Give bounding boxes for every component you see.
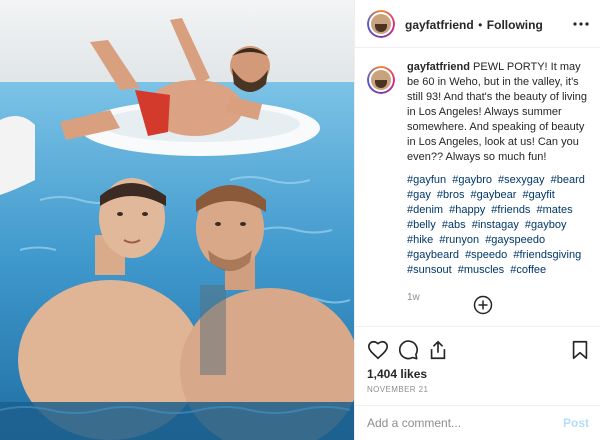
hashtag[interactable]: #gaybeard — [407, 249, 459, 261]
hashtag[interactable]: #hike — [407, 234, 433, 246]
hashtag[interactable]: #sunsout — [407, 264, 452, 276]
post-side-panel: gayfatfriend • Following gayfatfriend PE… — [354, 0, 600, 440]
add-circle-icon[interactable] — [473, 295, 493, 315]
post-header: gayfatfriend • Following — [355, 0, 600, 48]
caption-username[interactable]: gayfatfriend — [407, 61, 470, 73]
caption: gayfatfriend PEWL PORTY! It may be 60 in… — [407, 60, 593, 305]
hashtag[interactable]: #happy — [449, 204, 485, 216]
hashtag[interactable]: #beard — [551, 174, 585, 186]
hashtag[interactable]: #gayboy — [525, 219, 567, 231]
comment-icon[interactable] — [397, 339, 419, 361]
header-username[interactable]: gayfatfriend — [405, 18, 474, 32]
avatar[interactable] — [367, 10, 395, 38]
hashtag[interactable]: #instagay — [472, 219, 519, 231]
hashtag[interactable]: #runyon — [439, 234, 479, 246]
hashtag-list: #gayfun #gaybro #sexygay #beard #gay #br… — [407, 173, 593, 278]
post-comment-button[interactable]: Post — [563, 416, 589, 430]
bookmark-icon[interactable] — [569, 339, 591, 361]
hashtag[interactable]: #coffee — [510, 264, 546, 276]
share-icon[interactable] — [427, 339, 449, 361]
heart-icon[interactable] — [367, 339, 389, 361]
hashtag[interactable]: #gaybro — [452, 174, 492, 186]
separator-dot: • — [478, 18, 483, 32]
hashtag[interactable]: #gayfun — [407, 174, 446, 186]
hashtag[interactable]: #gayspeedo — [485, 234, 545, 246]
more-options-icon[interactable] — [573, 16, 589, 32]
hashtag[interactable]: #sexygay — [498, 174, 544, 186]
caption-text: PEWL PORTY! It may be 60 in Weho, but in… — [407, 61, 588, 163]
hashtag[interactable]: #bros — [437, 189, 465, 201]
likes-count[interactable]: 1,404 likes — [367, 367, 427, 381]
time-ago[interactable]: 1w — [407, 290, 593, 305]
hashtag[interactable]: #denim — [407, 204, 443, 216]
hashtag[interactable]: #friends — [491, 204, 530, 216]
hashtag[interactable]: #mates — [537, 204, 573, 216]
comment-bar: Post — [355, 405, 600, 440]
hashtag[interactable]: #gaybear — [471, 189, 517, 201]
post-date: NOVEMBER 21 — [367, 385, 429, 394]
hashtag[interactable]: #speedo — [465, 249, 507, 261]
hashtag[interactable]: #gayfit — [522, 189, 554, 201]
header-user-line: gayfatfriend • Following — [405, 16, 543, 34]
caption-area: gayfatfriend PEWL PORTY! It may be 60 in… — [355, 48, 600, 326]
comment-input[interactable] — [367, 414, 547, 432]
caption-avatar[interactable] — [367, 66, 395, 94]
post-photo[interactable] — [0, 0, 354, 440]
pool-party-image — [0, 0, 354, 440]
following-button[interactable]: Following — [487, 18, 543, 32]
hashtag[interactable]: #abs — [442, 219, 466, 231]
hashtag[interactable]: #belly — [407, 219, 436, 231]
hashtag[interactable]: #gay — [407, 189, 431, 201]
hashtag[interactable]: #muscles — [458, 264, 504, 276]
hashtag[interactable]: #friendsgiving — [513, 249, 581, 261]
action-bar: 1,404 likes NOVEMBER 21 — [355, 326, 600, 416]
